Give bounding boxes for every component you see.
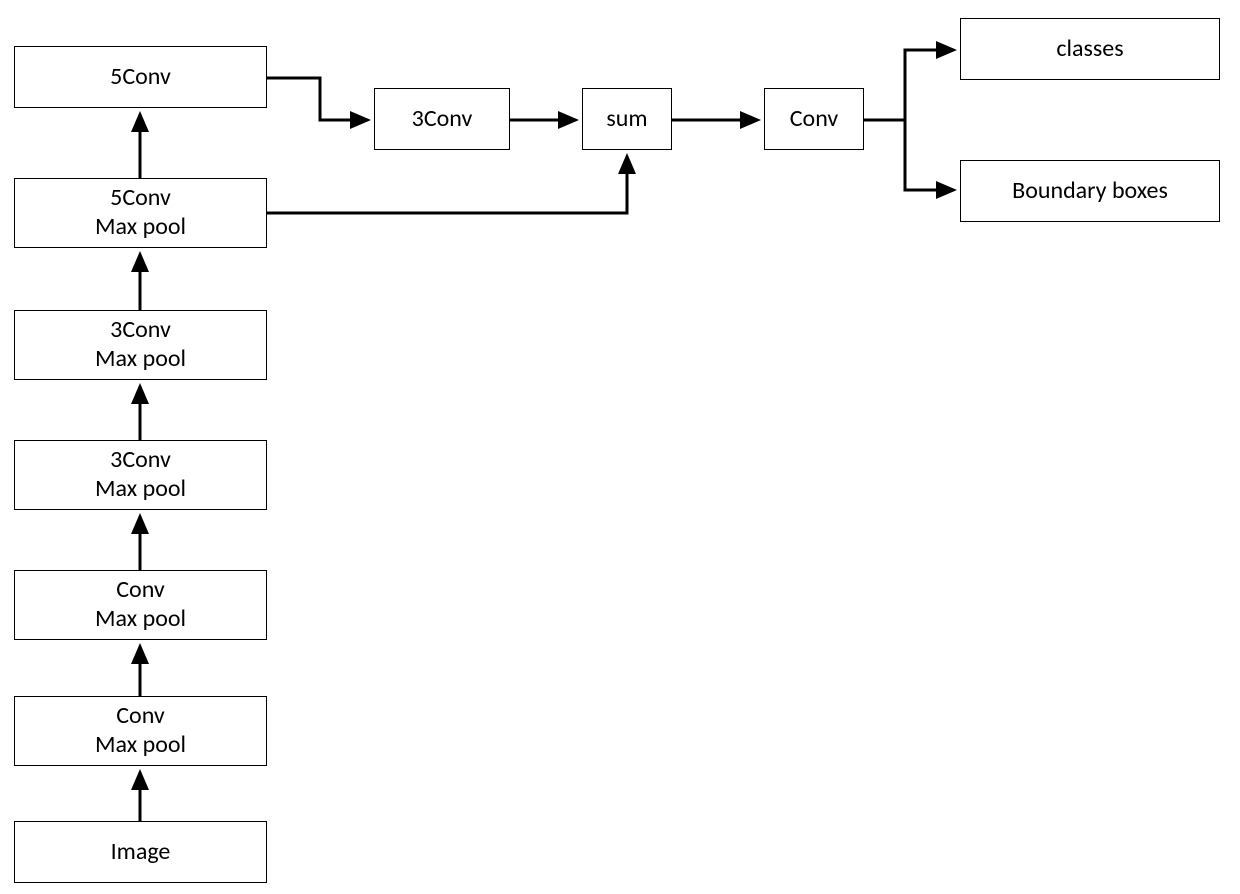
node-conv7: 3Conv xyxy=(374,88,510,150)
node-bboxes: Boundary boxes xyxy=(960,160,1220,222)
node-conv2-l2: Max pool xyxy=(95,605,186,634)
node-conv6: 5Conv xyxy=(14,46,267,108)
node-conv8-l1: Conv xyxy=(790,105,839,134)
node-classes-l1: classes xyxy=(1056,35,1123,64)
node-conv1-l1: Conv xyxy=(116,702,165,731)
node-conv4-l1: 3Conv xyxy=(110,316,171,345)
node-conv4-l2: Max pool xyxy=(95,345,186,374)
node-conv5: 5Conv Max pool xyxy=(14,178,267,248)
node-classes: classes xyxy=(960,18,1220,80)
node-conv5-l1: 5Conv xyxy=(110,184,171,213)
node-conv8: Conv xyxy=(764,88,864,150)
node-sum: sum xyxy=(582,88,672,150)
node-conv2: Conv Max pool xyxy=(14,570,267,640)
node-conv3-l1: 3Conv xyxy=(110,446,171,475)
node-conv6-l1: 5Conv xyxy=(110,63,171,92)
node-conv2-l1: Conv xyxy=(116,576,165,605)
node-conv1-l2: Max pool xyxy=(95,731,186,760)
node-conv3-l2: Max pool xyxy=(95,475,186,504)
node-bboxes-l1: Boundary boxes xyxy=(1012,177,1168,206)
node-conv3: 3Conv Max pool xyxy=(14,440,267,510)
node-conv5-l2: Max pool xyxy=(95,213,186,242)
node-conv7-l1: 3Conv xyxy=(412,105,473,134)
node-conv1: Conv Max pool xyxy=(14,696,267,766)
node-image: Image xyxy=(14,821,267,883)
node-sum-l1: sum xyxy=(606,105,647,134)
node-image-label: Image xyxy=(111,838,171,867)
node-conv4: 3Conv Max pool xyxy=(14,310,267,380)
